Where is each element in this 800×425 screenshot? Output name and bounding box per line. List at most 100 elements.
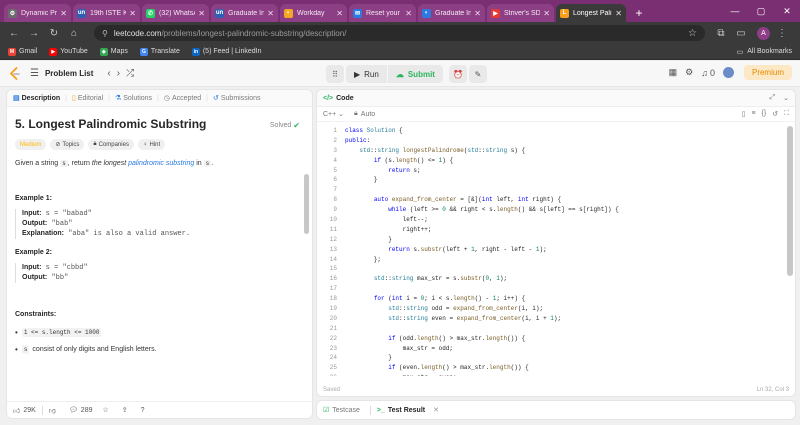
forward-icon[interactable]: → [26, 28, 42, 39]
problem-title[interactable]: 5. Longest Palindromic Substring [15, 117, 304, 131]
hint-badge[interactable]: ♀ Hint [137, 139, 166, 150]
code-line[interactable]: 10 left--; [317, 215, 791, 225]
code-line[interactable]: 17 [317, 284, 791, 294]
code-line[interactable]: 5 return s; [317, 166, 791, 176]
browser-tab[interactable]: ◐ Workday ✕ [280, 4, 347, 22]
site-info-icon[interactable]: ⚲ [102, 29, 108, 38]
bookmark-icon[interactable]: ▯ [742, 110, 746, 118]
companies-badge[interactable]: 🔒︎ Companies [88, 139, 134, 150]
code-line[interactable]: 2 public: [317, 136, 791, 146]
bookmark-youtube[interactable]: ▶ YouTube [49, 47, 88, 56]
notifications-icon[interactable]: ♫ [701, 68, 708, 78]
tab-solutions[interactable]: ⚗ Solutions [115, 94, 152, 103]
browser-menu-icon[interactable]: ⋮ [774, 28, 790, 39]
like-button[interactable]: 👍︎ 29K [13, 406, 36, 415]
code-line[interactable]: 3 std::string longestPalindrome(std::str… [317, 146, 791, 156]
fullscreen-icon[interactable]: ⛶ [784, 110, 789, 118]
close-tab-icon[interactable]: ✕ [615, 9, 622, 18]
profile-avatar[interactable]: A [757, 26, 770, 40]
bookmark-linkedin[interactable]: in (5) Feed | LinkedIn [191, 47, 261, 56]
run-button[interactable]: ▶ Run [346, 65, 387, 83]
prev-problem-icon[interactable]: ‹ [107, 68, 110, 79]
home-icon[interactable]: ⌂ [66, 28, 82, 39]
browser-tab[interactable]: ✆ (32) WhatsAp✕ [142, 4, 209, 22]
braces-icon[interactable]: {} [762, 110, 767, 118]
back-icon[interactable]: ← [6, 28, 22, 39]
list-icon[interactable]: ☰ [30, 68, 39, 79]
code-line[interactable]: 14 }; [317, 255, 791, 265]
code-line[interactable]: 9 while (left >= 0 && right < s.length()… [317, 205, 791, 215]
problem-list-link[interactable]: Problem List [45, 69, 93, 78]
favorite-button[interactable]: ☆ [102, 406, 111, 414]
new-tab-icon[interactable]: + [632, 6, 646, 20]
sidepanel-icon[interactable]: ▭ [733, 28, 749, 39]
palindromic-link[interactable]: palindromic [128, 160, 164, 167]
reset-icon[interactable]: ↺ [772, 110, 778, 118]
close-tab-icon[interactable]: ✕ [198, 9, 205, 18]
code-line[interactable]: 26 max_str = even; [317, 373, 791, 376]
code-line[interactable]: 15 [317, 264, 791, 274]
format-icon[interactable]: ≡ [751, 110, 755, 118]
code-line[interactable]: 20 std::string even = expand_from_center… [317, 314, 791, 324]
help-button[interactable]: ? [141, 407, 148, 414]
comments-button[interactable]: 💬︎ 289 [69, 406, 93, 415]
user-avatar[interactable] [722, 67, 734, 78]
close-tab-icon[interactable]: ✕ [267, 9, 274, 18]
shuffle-icon[interactable]: ⤮ [126, 68, 134, 79]
share-button[interactable]: ⇪ [122, 406, 131, 414]
debug-icon[interactable]: ⠿ [326, 65, 344, 83]
premium-button[interactable]: Premium [743, 65, 792, 80]
substring-link[interactable]: substring [166, 160, 194, 167]
extensions-icon[interactable]: ⧉ [713, 28, 729, 39]
close-tab-icon[interactable]: ✕ [543, 9, 550, 18]
browser-tab[interactable]: ◐ Graduate Inte✕ [418, 4, 485, 22]
tab-submissions[interactable]: ↺ Submissions [213, 94, 261, 103]
tab-test-result[interactable]: >_ Test Result [377, 407, 425, 414]
code-line[interactable]: 1 class Solution { [317, 126, 791, 136]
url-input[interactable]: ⚲ leetcode.com/problems/longest-palindro… [94, 25, 705, 41]
code-line[interactable]: 11 right++; [317, 225, 791, 235]
editor-scrollbar[interactable] [787, 126, 793, 276]
code-line[interactable]: 21 [317, 324, 791, 334]
code-editor[interactable]: 1 class Solution {2 public: 3 std::string l… [317, 126, 791, 376]
chevron-down-icon[interactable]: ⌄ [783, 94, 789, 102]
all-bookmarks[interactable]: ▭ All Bookmarks [737, 48, 792, 56]
code-line[interactable]: 24 } [317, 353, 791, 363]
browser-tab[interactable]: ⚙ Dynamic Pro ✕ [4, 4, 71, 22]
leetcode-logo-icon[interactable] [8, 66, 22, 81]
tab-testcase[interactable]: ☑ Testcase [323, 406, 360, 415]
close-window-icon[interactable]: ✕ [774, 0, 800, 22]
browser-tab[interactable]: L Longest Palin ✕ [556, 4, 626, 22]
dislike-button[interactable]: 👎︎ [49, 406, 59, 415]
settings-icon[interactable]: ⚙ [685, 67, 693, 78]
code-line[interactable]: 18 for (int i = 0; i < s.length() - 1; i… [317, 294, 791, 304]
browser-tab[interactable]: un Graduate Inte✕ [211, 4, 278, 22]
tab-editorial[interactable]: ▯ Editorial [72, 94, 103, 103]
topics-badge[interactable]: ⊘ Topics [50, 139, 85, 150]
close-tab-icon[interactable]: ✕ [336, 9, 343, 18]
browser-tab[interactable]: un 19th ISTE Ka✕ [73, 4, 140, 22]
code-line[interactable]: 12 } [317, 235, 791, 245]
code-line[interactable]: 23 max_str = odd; [317, 344, 791, 354]
bookmark-maps[interactable]: ◆ Maps [99, 47, 128, 56]
maximize-icon[interactable]: ▢ [748, 0, 774, 22]
tab-description[interactable]: ▤ Description [13, 94, 60, 103]
close-tab-icon[interactable]: ✕ [60, 9, 67, 18]
close-tab-icon[interactable]: ✕ [474, 9, 481, 18]
code-line[interactable]: 6 } [317, 175, 791, 185]
minimize-icon[interactable]: — [722, 0, 748, 22]
language-select[interactable]: C++ ⌄ [323, 110, 344, 118]
close-tab-icon[interactable]: ✕ [433, 406, 439, 414]
code-line[interactable]: 16 std::string max_str = s.substr(0, 1); [317, 274, 791, 284]
expand-icon[interactable]: ⤢ [770, 94, 776, 102]
layout-icon[interactable]: ▦ [669, 67, 678, 78]
close-tab-icon[interactable]: ✕ [405, 9, 412, 18]
code-line[interactable]: 7 [317, 185, 791, 195]
code-line[interactable]: 13 return s.substr(left + 1, right - lef… [317, 245, 791, 255]
timer-icon[interactable]: ⏰ [448, 65, 467, 83]
bookmark-star-icon[interactable]: ☆ [688, 28, 697, 39]
code-line[interactable]: 4 if (s.length() <= 1) { [317, 156, 791, 166]
submit-button[interactable]: ☁ Submit [387, 65, 443, 83]
left-scrollbar[interactable] [304, 174, 309, 234]
code-line[interactable]: 22 if (odd.length() > max_str.length()) … [317, 334, 791, 344]
